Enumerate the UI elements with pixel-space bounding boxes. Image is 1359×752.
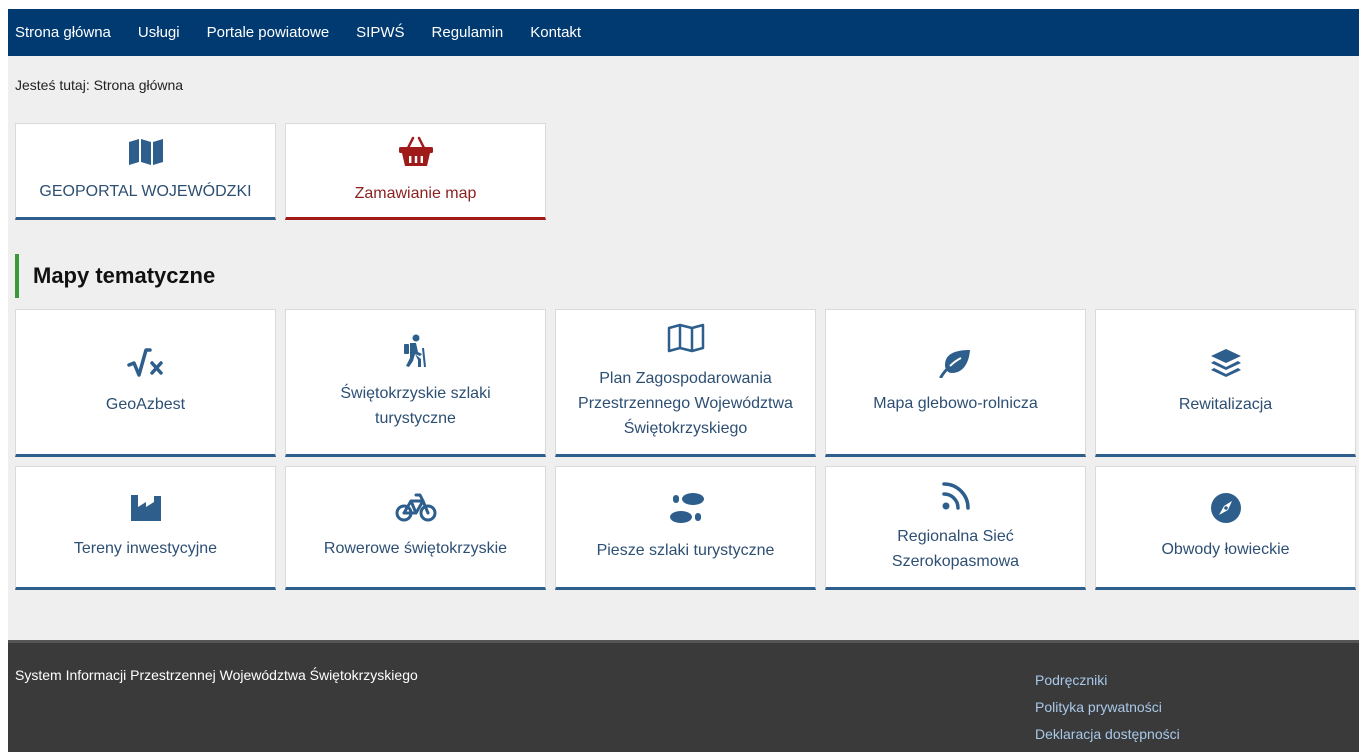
footer-link-accessibility[interactable]: Deklaracja dostępności [1035,721,1180,748]
tile-label: Świętokrzyskie szlaki turystyczne [340,384,491,427]
nav-item-services[interactable]: Usługi [138,24,180,41]
section-title: Mapy tematyczne [15,254,215,298]
footer-title: System Informacji Przestrzennej Wojewódz… [15,667,418,683]
nav-item-contact[interactable]: Kontakt [530,24,581,41]
square-root-icon [126,347,165,384]
tile-label: Tereny inwestycyjne [73,540,218,557]
rss-icon [941,481,971,516]
nav-item-regulations[interactable]: Regulamin [432,24,504,41]
tile-label: Piesze szlaki turystyczne [596,542,775,559]
basket-icon [398,136,434,173]
tile-geoazbest[interactable]: GeoAzbest [15,309,276,457]
tile-revitalization[interactable]: Rewitalizacja [1095,309,1356,457]
footprints-icon [665,491,707,530]
tile-order-maps[interactable]: Zamawianie map [285,123,546,220]
compass-icon [1210,492,1242,529]
tile-label: Plan Zagospodarowania Przestrzennego Woj… [578,370,793,437]
tile-label: Zamawianie map [354,184,477,202]
industry-icon [129,493,163,528]
tile-investment-areas[interactable]: Tereny inwestycyjne [15,466,276,590]
tile-geoportal[interactable]: GEOPORTAL WOJEWÓDZKI [15,123,276,220]
footer: System Informacji Przestrzennej Wojewódz… [8,640,1359,752]
tile-label: GEOPORTAL WOJEWÓDZKI [39,182,252,200]
top-navigation: Strona główna Usługi Portale powiatowe S… [8,9,1359,56]
bicycle-icon [395,493,437,528]
tile-walking-trails[interactable]: Piesze szlaki turystyczne [555,466,816,590]
map-outline-icon [667,323,705,358]
leaf-icon [939,348,973,383]
tile-cycling[interactable]: Rowerowe świętokrzyskie [285,466,546,590]
tile-label: Rewitalizacja [1178,396,1273,413]
map-icon [128,138,164,171]
tile-soil-map[interactable]: Mapa glebowo-rolnicza [825,309,1086,457]
tile-broadband-network[interactable]: Regionalna Sieć Szerokopasmowa [825,466,1086,590]
footer-link-manuals[interactable]: Podręczniki [1035,667,1180,694]
tile-label: Obwody łowieckie [1161,541,1290,558]
nav-item-home[interactable]: Strona główna [15,24,111,41]
tile-label: GeoAzbest [105,396,186,413]
hiker-icon [401,334,431,373]
nav-item-county-portals[interactable]: Portale powiatowe [207,24,330,41]
breadcrumb: Jesteś tutaj: Strona główna [15,77,184,93]
tile-label: Mapa glebowo-rolnicza [873,395,1038,412]
layers-icon [1209,347,1243,384]
tile-label: Regionalna Sieć Szerokopasmowa [891,527,1020,570]
nav-item-sipws[interactable]: SIPWŚ [356,24,404,41]
tile-label: Rowerowe świętokrzyskie [323,540,508,557]
footer-link-privacy-policy[interactable]: Polityka prywatności [1035,694,1180,721]
footer-links: Podręczniki Polityka prywatności Deklara… [1035,667,1180,748]
page-frame: Strona główna Usługi Portale powiatowe S… [8,9,1359,752]
tile-tourist-trails[interactable]: Świętokrzyskie szlaki turystyczne [285,309,546,457]
tile-hunting-districts[interactable]: Obwody łowieckie [1095,466,1356,590]
tile-spatial-plan[interactable]: Plan Zagospodarowania Przestrzennego Woj… [555,309,816,457]
